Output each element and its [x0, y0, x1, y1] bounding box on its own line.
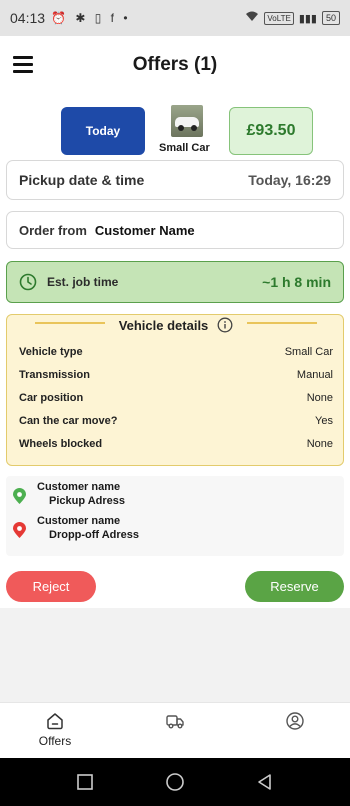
- divider-left: [35, 322, 105, 324]
- home-icon: [47, 713, 63, 730]
- pickup-address-text: Pickup Adress: [49, 495, 126, 507]
- pickup-time-card: Pickup date & time Today, 16:29: [6, 160, 344, 200]
- detail-value: Manual: [296, 368, 333, 381]
- order-from-card: Order from Customer Name: [6, 211, 344, 249]
- reject-button[interactable]: Reject: [6, 571, 96, 602]
- dropoff-customer-name: Customer name: [37, 515, 121, 527]
- pickup-customer-name: Customer name: [37, 481, 121, 493]
- nav-offers[interactable]: Offers: [25, 711, 85, 755]
- pickup-value: Today, 16:29: [248, 172, 331, 188]
- vehicle-details-header: Vehicle details: [7, 315, 345, 335]
- estimated-time-card: Est. job time ~1 h 8 min: [6, 261, 344, 303]
- clock-icon: [19, 273, 37, 291]
- detail-value: Small Car: [284, 345, 333, 358]
- signal-icon: ▮▮▮: [298, 12, 317, 25]
- info-icon[interactable]: [217, 317, 233, 333]
- nav-profile[interactable]: [265, 711, 325, 755]
- dropoff-address-text: Dropp-off Adress: [49, 529, 140, 541]
- user-icon: [286, 712, 304, 730]
- detail-label: Wheels blocked: [19, 437, 103, 450]
- vehicle-details-list: Vehicle type Small Car Transmission Manu…: [19, 340, 333, 455]
- detail-row-transmission: Transmission Manual: [19, 363, 333, 386]
- status-time: 04:13: [10, 10, 46, 26]
- status-bar: 04:13 ⏰ ✱ ▯ f • VoLTE ▮▮▮ 50: [0, 0, 350, 36]
- car-type-label: Small Car: [159, 142, 210, 154]
- pickup-label: Pickup date & time: [19, 172, 145, 188]
- est-time-value: ~1 h 8 min: [262, 274, 331, 290]
- dropoff-address: Customer name Dropp-off Adress: [6, 513, 344, 547]
- detail-value: None: [306, 391, 333, 404]
- detail-value: Yes: [315, 414, 333, 427]
- vehicle-details-card: Vehicle details Vehicle type Small Car T…: [6, 314, 344, 466]
- car-image: [171, 105, 203, 137]
- detail-row-car-position: Car position None: [19, 386, 333, 409]
- detail-value: None: [306, 437, 333, 450]
- price-badge: £93.50: [229, 107, 313, 155]
- volte-badge: VoLTE: [264, 11, 294, 25]
- address-section: Customer name Pickup Adress Customer nam…: [6, 476, 344, 556]
- pickup-pin-icon: [13, 488, 26, 504]
- vehicle-details-title: Vehicle details: [118, 317, 209, 333]
- order-from-label: Order from: [19, 222, 87, 238]
- system-navigation-bar: [0, 758, 350, 806]
- nav-delivery[interactable]: [145, 711, 205, 755]
- today-button[interactable]: Today: [61, 107, 145, 155]
- recents-icon[interactable]: [75, 772, 95, 792]
- detail-label: Vehicle type: [19, 345, 83, 358]
- offer-content: Today Small Car £93.50 Pickup date & tim…: [0, 94, 350, 608]
- detail-label: Transmission: [19, 368, 90, 381]
- wifi-icon: [245, 11, 259, 25]
- divider-right: [247, 322, 317, 324]
- truck-icon: [166, 715, 184, 729]
- menu-icon[interactable]: [13, 56, 33, 73]
- pickup-address: Customer name Pickup Adress: [6, 479, 344, 513]
- page-title: Offers (1): [132, 54, 218, 75]
- detail-row-car-move: Can the car move? Yes: [19, 409, 333, 432]
- app-header: Offers (1): [0, 36, 350, 94]
- offer-summary: Today Small Car £93.50: [0, 104, 350, 158]
- home-button-icon[interactable]: [165, 772, 185, 792]
- detail-label: Can the car move?: [19, 414, 118, 427]
- detail-label: Car position: [19, 391, 84, 404]
- customer-name: Customer Name: [94, 222, 195, 238]
- back-icon[interactable]: [255, 772, 275, 792]
- status-right: VoLTE ▮▮▮ 50: [245, 11, 340, 25]
- bottom-navigation: Offers: [0, 702, 350, 758]
- nav-offers-label: Offers: [38, 734, 72, 748]
- battery-icon: 50: [321, 11, 340, 25]
- detail-row-wheels-blocked: Wheels blocked None: [19, 432, 333, 455]
- detail-row-vehicle-type: Vehicle type Small Car: [19, 340, 333, 363]
- est-time-label: Est. job time: [47, 275, 119, 289]
- dropoff-pin-icon: [13, 522, 26, 538]
- notification-icons: ⏰ ✱ ▯ f •: [51, 11, 131, 25]
- reserve-button[interactable]: Reserve: [245, 571, 344, 602]
